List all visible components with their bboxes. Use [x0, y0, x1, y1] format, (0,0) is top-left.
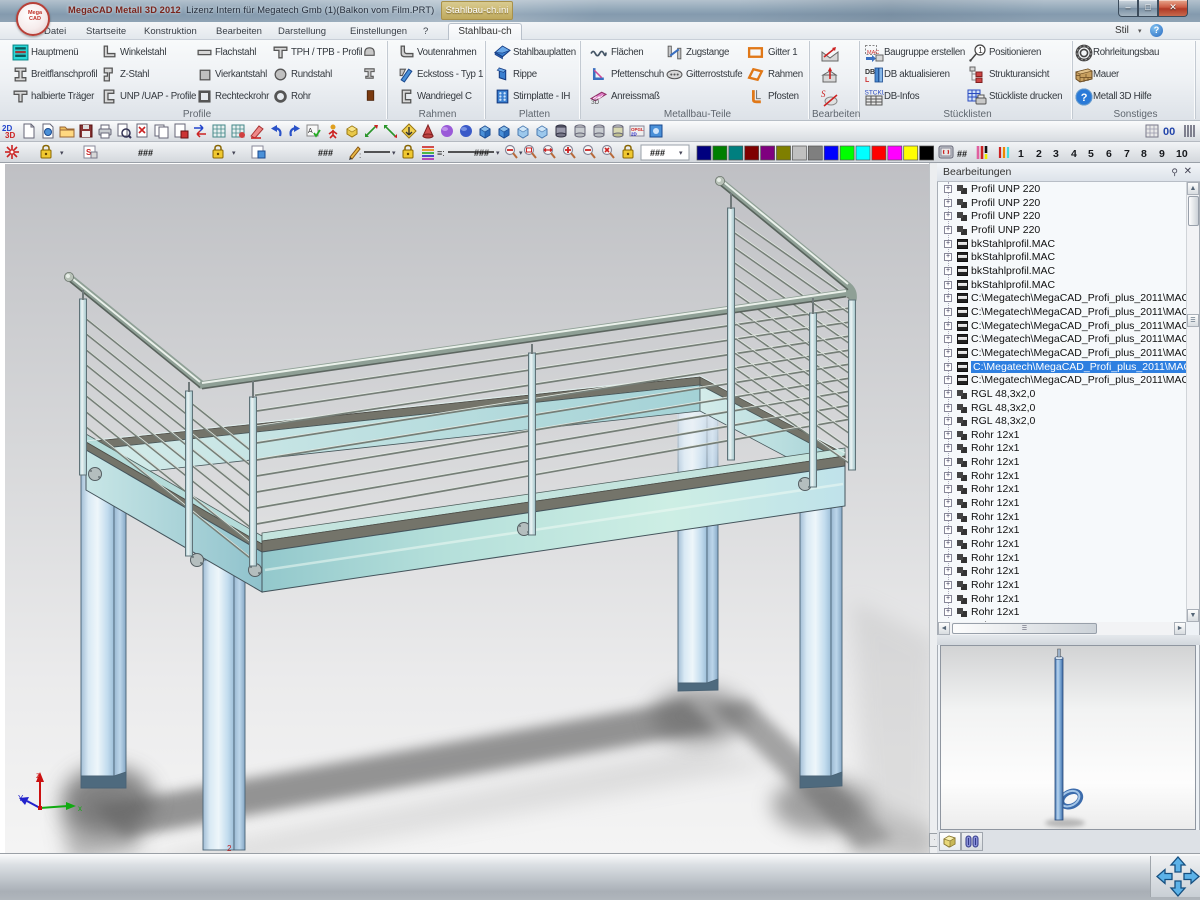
svg-text:4: 4	[1071, 148, 1077, 160]
svg-text:8: 8	[1141, 148, 1147, 160]
svg-text:###: ###	[650, 148, 665, 158]
svg-text:z: z	[36, 771, 40, 780]
svg-text::: :	[359, 151, 361, 160]
svg-text:1: 1	[1018, 148, 1024, 160]
svg-text:▾: ▾	[519, 150, 523, 157]
svg-text:▾: ▾	[232, 150, 236, 157]
svg-text:Y: Y	[18, 794, 24, 803]
svg-text:7: 7	[1124, 148, 1130, 160]
svg-text:00: 00	[1163, 126, 1175, 138]
svg-text:A: A	[308, 128, 313, 135]
svg-text:6: 6	[1106, 148, 1112, 160]
svg-text:▾: ▾	[496, 150, 500, 157]
svg-text:x: x	[78, 804, 82, 813]
svg-text:≡:: ≡:	[437, 148, 445, 158]
svg-text:##: ##	[957, 149, 967, 159]
svg-text:2D: 2D	[631, 132, 638, 137]
svg-text:▾: ▾	[60, 150, 64, 157]
svg-text:5: 5	[1088, 148, 1094, 160]
svg-text:###: ###	[474, 148, 489, 158]
svg-text:###: ###	[138, 148, 153, 158]
svg-text:2: 2	[1036, 148, 1042, 160]
svg-text:10: 10	[1176, 148, 1188, 160]
svg-text:3: 3	[1053, 148, 1059, 160]
svg-text:###: ###	[318, 148, 333, 158]
svg-text:9: 9	[1159, 148, 1165, 160]
svg-text:2: 2	[227, 844, 232, 853]
svg-text:3D: 3D	[5, 131, 15, 140]
svg-text:▾: ▾	[679, 150, 683, 157]
svg-text:▾: ▾	[392, 150, 396, 157]
